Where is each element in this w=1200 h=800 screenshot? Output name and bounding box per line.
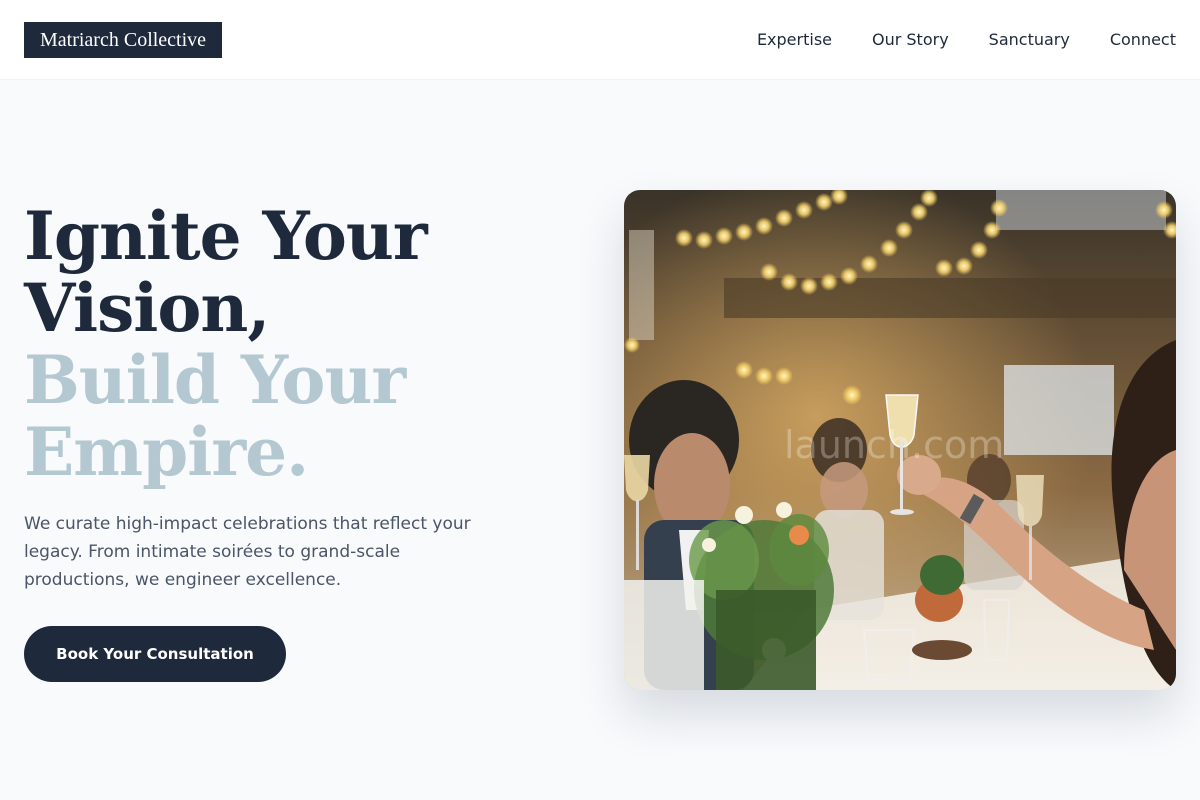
hero-title-line-1: Ignite Your (24, 197, 428, 275)
nav-item-our-story[interactable]: Our Story (872, 28, 949, 52)
brand-logo[interactable]: Matriarch Collective (24, 22, 222, 58)
nav-item-sanctuary[interactable]: Sanctuary (989, 28, 1070, 52)
book-consultation-button[interactable]: Book Your Consultation (24, 626, 286, 682)
celebration-photo-illustration: launch.com (624, 190, 1176, 690)
nav-item-connect[interactable]: Connect (1110, 28, 1176, 52)
hero-title-line-4: Empire. (24, 413, 309, 491)
hero-image: launch.com (624, 190, 1176, 690)
hero-title: Ignite Your Vision, Build Your Empire. (24, 200, 544, 488)
hero-title-line-2: Vision, (24, 269, 270, 347)
hero-title-line-3: Build Your (24, 341, 406, 419)
site-header: Matriarch Collective Expertise Our Story… (0, 0, 1200, 80)
main-nav: Expertise Our Story Sanctuary Connect (757, 28, 1176, 52)
nav-item-expertise[interactable]: Expertise (757, 28, 832, 52)
photo-watermark: launch.com (784, 423, 1004, 467)
hero-description: We curate high-impact celebrations that … (24, 514, 471, 590)
